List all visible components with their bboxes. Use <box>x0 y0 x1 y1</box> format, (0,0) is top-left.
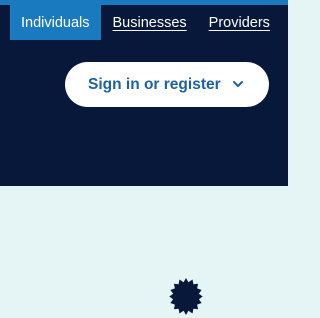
signin-register-label: Sign in or register <box>88 75 221 93</box>
seal-badge-icon <box>169 278 203 315</box>
tab-providers[interactable]: Providers <box>209 5 270 40</box>
chevron-down-icon <box>233 81 243 87</box>
tab-businesses[interactable]: Businesses <box>113 5 187 40</box>
main-content <box>0 186 288 288</box>
signin-register-button[interactable]: Sign in or register <box>65 62 269 107</box>
tab-individuals[interactable]: Individuals <box>10 5 101 40</box>
audience-nav: Individuals Businesses Providers <box>0 5 288 40</box>
